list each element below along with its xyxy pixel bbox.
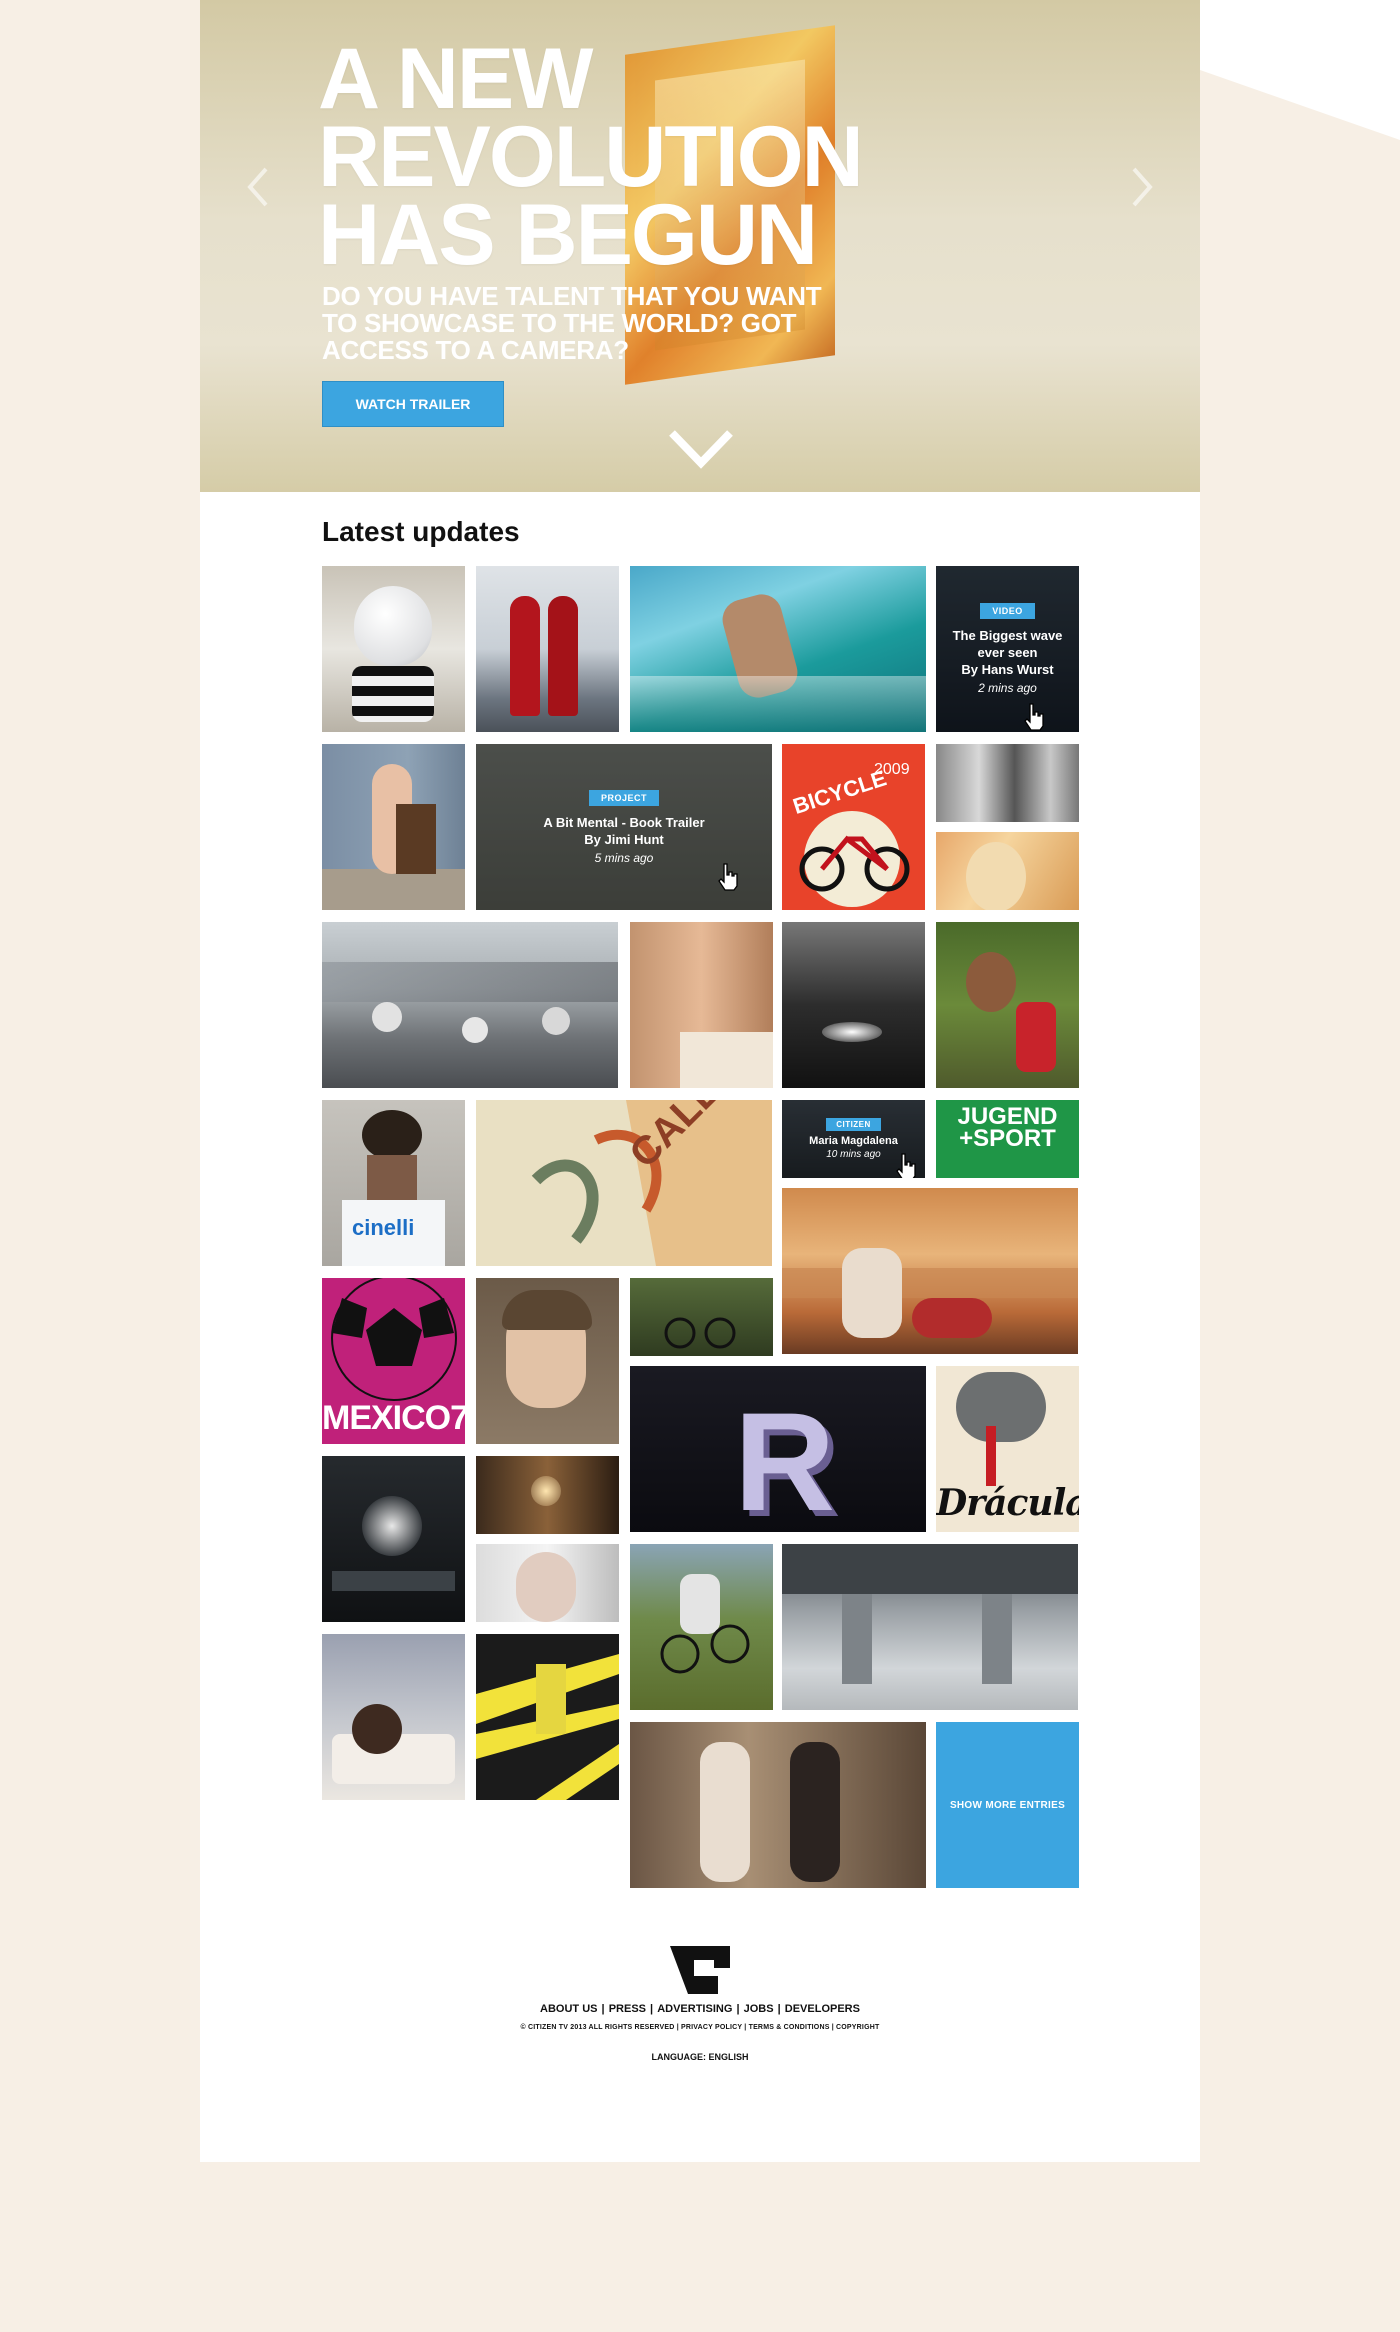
grid-tile[interactable] <box>630 922 773 1088</box>
grid-tile[interactable] <box>630 566 926 732</box>
latest-updates-title: Latest updates <box>322 516 520 547</box>
hand-cursor-icon <box>896 1153 916 1178</box>
page-container: A NEW REVOLUTION HAS BEGUN DO YOU HAVE T… <box>200 0 1200 2162</box>
project-tile[interactable]: PROJECT A Bit Mental - Book Trailer By J… <box>476 744 772 910</box>
footer-link-about[interactable]: ABOUT US <box>540 2003 597 2015</box>
footer-link-jobs[interactable]: JOBS <box>744 2003 774 2015</box>
grid-tile[interactable] <box>322 566 465 732</box>
tile-title: ever seen <box>977 645 1038 660</box>
grid-tile[interactable] <box>782 922 925 1088</box>
grid-tile[interactable]: MEXICO70 <box>322 1278 465 1444</box>
tile-title: The Biggest wave <box>952 628 1063 643</box>
hero-subtitle: DO YOU HAVE TALENT THAT YOU WANT TO SHOW… <box>322 281 822 365</box>
grid-tile[interactable] <box>782 1188 1078 1354</box>
language-selector[interactable]: LANGUAGE: ENGLISH <box>200 2052 1200 2062</box>
footer-legal: © CITIZEN TV 2013 ALL RIGHTS RESERVED | … <box>520 2024 880 2031</box>
poster-text: MEXICO70 <box>322 1399 465 1437</box>
footer-nav: ABOUT US | PRESS | ADVERTISING | JOBS | … <box>540 2003 860 2015</box>
grid-tile[interactable] <box>630 1722 926 1888</box>
grid-tile[interactable]: BICYCLE 2009 <box>782 744 925 910</box>
grid-tile[interactable] <box>936 922 1079 1088</box>
grid-tile[interactable]: JUGEND +SPORT <box>936 1100 1079 1178</box>
poster-text: R <box>734 1383 836 1532</box>
poster-text: Drácula <box>936 1482 1079 1524</box>
tile-author: By Jimi Hunt <box>584 831 664 847</box>
footer-link-developers[interactable]: DEVELOPERS <box>785 2003 860 2015</box>
poster-text: JUGEND +SPORT <box>936 1105 1079 1152</box>
grid-tile[interactable] <box>936 832 1079 910</box>
hand-cursor-icon <box>1024 703 1044 731</box>
grid-tile[interactable] <box>322 1456 465 1622</box>
grid-tile[interactable]: Drácula <box>936 1366 1079 1532</box>
citizen-tv-logo[interactable] <box>670 1946 730 1994</box>
hero-banner: A NEW REVOLUTION HAS BEGUN DO YOU HAVE T… <box>200 0 1200 492</box>
hero-title: A NEW REVOLUTION HAS BEGUN <box>318 31 864 283</box>
grid-tile[interactable]: cinelli <box>322 1100 465 1266</box>
grid-tile[interactable] <box>322 922 618 1088</box>
footer-link-press[interactable]: PRESS <box>609 2003 646 2015</box>
tile-author: By Hans Wurst <box>961 662 1054 677</box>
grid-tile[interactable] <box>322 744 465 910</box>
grid-tile[interactable] <box>476 1544 619 1622</box>
video-tile[interactable]: VIDEO The Biggest wave ever seen By Hans… <box>936 566 1079 732</box>
chevron-right-icon[interactable] <box>1128 165 1158 209</box>
tile-text: cinelli <box>352 1215 415 1240</box>
chevron-left-icon[interactable] <box>242 165 272 209</box>
show-more-button[interactable]: SHOW MORE ENTRIES <box>936 1722 1079 1888</box>
grid-tile[interactable] <box>630 1278 773 1356</box>
footer-link-advertising[interactable]: ADVERTISING <box>657 2003 732 2015</box>
hand-cursor-icon <box>718 863 738 891</box>
grid-tile[interactable] <box>936 744 1079 822</box>
tile-title: A Bit Mental - Book Trailer <box>543 814 705 830</box>
project-tag: PROJECT <box>588 789 659 806</box>
grid-tile[interactable]: R <box>630 1366 926 1532</box>
video-tag: VIDEO <box>980 603 1035 619</box>
grid-tile[interactable]: CALL <box>476 1100 772 1266</box>
svg-text:2009: 2009 <box>874 761 910 778</box>
grid-tile[interactable] <box>476 1278 619 1444</box>
grid-tile[interactable] <box>476 1456 619 1534</box>
grid-tile[interactable] <box>630 1544 773 1710</box>
grid-tile[interactable] <box>782 1544 1078 1710</box>
poster-text-line: +SPORT <box>959 1125 1056 1152</box>
citizen-tile[interactable]: CITIZEN Maria Magdalena 10 mins ago <box>782 1100 925 1178</box>
chevron-down-icon[interactable] <box>668 427 734 471</box>
citizen-tag: CITIZEN <box>826 1118 881 1131</box>
grid-tile[interactable] <box>476 566 619 732</box>
tile-time: 2 mins ago <box>978 681 1037 695</box>
grid-tile[interactable] <box>322 1634 465 1800</box>
grid-tile[interactable] <box>476 1634 619 1800</box>
tile-overlay: VIDEO The Biggest wave ever seen By Hans… <box>936 566 1079 732</box>
watch-trailer-button[interactable]: WATCH TRAILER <box>322 381 504 427</box>
tile-time: 10 mins ago <box>826 1149 881 1160</box>
tile-time: 5 mins ago <box>594 850 654 865</box>
tile-title: Maria Magdalena <box>809 1135 898 1147</box>
